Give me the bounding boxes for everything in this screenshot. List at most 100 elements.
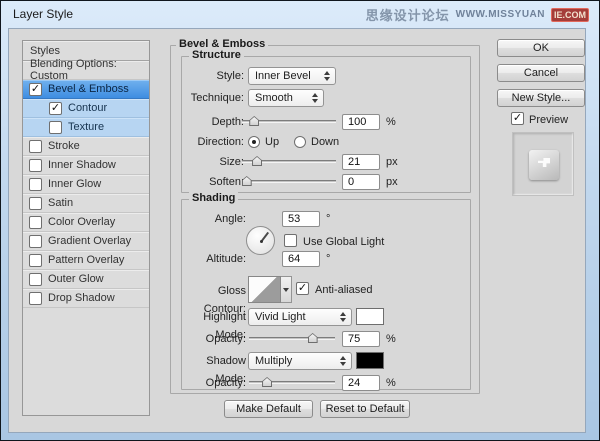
altitude-input[interactable]: 64	[282, 251, 320, 267]
style-enabled-checkbox[interactable]	[49, 121, 62, 134]
sidebar-item-pattern-overlay[interactable]: Pattern Overlay	[23, 251, 149, 270]
altitude-unit: °	[326, 250, 330, 268]
style-enabled-checkbox[interactable]	[29, 254, 42, 267]
size-slider-thumb[interactable]	[252, 156, 262, 166]
technique-row: Technique: Smooth	[182, 89, 470, 107]
sidebar-item-blending-options[interactable]: Blending Options: Custom	[23, 61, 149, 80]
highlight-opacity-slider[interactable]	[249, 331, 335, 347]
anti-aliased-label[interactable]: Anti-aliased	[315, 283, 372, 297]
direction-label: Direction:	[182, 133, 244, 151]
gloss-contour-picker[interactable]	[248, 276, 292, 303]
style-enabled-checkbox[interactable]	[29, 159, 42, 172]
style-row: Style: Inner Bevel	[182, 67, 470, 85]
shadow-color-swatch[interactable]	[356, 352, 384, 369]
depth-slider[interactable]	[242, 114, 336, 130]
styles-list: Bevel & Emboss Contour Texture Stroke In…	[23, 80, 149, 308]
style-enabled-checkbox[interactable]	[29, 216, 42, 229]
highlight-mode-row: Highlight Mode: Vivid Light	[182, 308, 470, 326]
shading-legend: Shading	[189, 192, 238, 204]
highlight-color-swatch[interactable]	[356, 308, 384, 325]
highlight-opacity-track[interactable]	[249, 337, 335, 340]
make-default-button[interactable]: Make Default	[224, 400, 313, 418]
highlight-opacity-row: Opacity: 75 %	[182, 330, 470, 348]
shadow-mode-select[interactable]: Multiply	[248, 352, 352, 370]
structure-group: Structure Style: Inner Bevel Technique: …	[181, 56, 471, 193]
style-enabled-checkbox[interactable]	[29, 273, 42, 286]
size-slider[interactable]	[242, 154, 336, 170]
style-enabled-checkbox[interactable]	[29, 292, 42, 305]
updown-arrows-icon	[324, 71, 330, 81]
shadow-opacity-input[interactable]: 24	[342, 375, 380, 391]
shadow-opacity-thumb[interactable]	[262, 377, 272, 387]
style-select-value: Inner Bevel	[255, 70, 311, 82]
sidebar-item-label: Inner Shadow	[48, 159, 116, 171]
use-global-light-label[interactable]: Use Global Light	[303, 235, 384, 249]
sidebar-item-label: Drop Shadow	[48, 292, 115, 304]
shadow-opacity-slider[interactable]	[249, 375, 335, 391]
depth-row: Depth: 100 %	[182, 113, 470, 131]
style-enabled-checkbox[interactable]	[49, 102, 62, 115]
preview-checkbox[interactable]	[511, 112, 524, 125]
cancel-button[interactable]: Cancel	[497, 64, 585, 82]
style-select[interactable]: Inner Bevel	[248, 67, 336, 85]
preview-label[interactable]: Preview	[529, 113, 568, 127]
sidebar-item-drop-shadow[interactable]: Drop Shadow	[23, 289, 149, 308]
gloss-contour-dropdown-icon[interactable]	[281, 276, 292, 303]
gloss-contour-thumbnail[interactable]	[248, 276, 281, 303]
soften-slider[interactable]	[242, 174, 336, 190]
angle-unit: °	[326, 210, 330, 228]
style-enabled-checkbox[interactable]	[29, 140, 42, 153]
sidebar-item-texture[interactable]: Texture	[23, 118, 149, 137]
technique-select[interactable]: Smooth	[248, 89, 324, 107]
soften-input[interactable]: 0	[342, 174, 380, 190]
sidebar-item-satin[interactable]: Satin	[23, 194, 149, 213]
sidebar-item-contour[interactable]: Contour	[23, 99, 149, 118]
sidebar-item-outer-glow[interactable]: Outer Glow	[23, 270, 149, 289]
style-enabled-checkbox[interactable]	[29, 83, 42, 96]
direction-up-label[interactable]: Up	[265, 133, 279, 151]
sidebar-item-inner-glow[interactable]: Inner Glow	[23, 175, 149, 194]
size-unit: px	[386, 153, 398, 171]
watermark-chinese-text: 思缘设计论坛	[366, 5, 450, 24]
soften-slider-thumb[interactable]	[242, 176, 252, 186]
style-preview-thumbnail	[529, 150, 559, 180]
updown-arrows-icon	[340, 356, 346, 366]
angle-input[interactable]: 53	[282, 211, 320, 227]
highlight-opacity-thumb[interactable]	[308, 333, 318, 343]
ok-button[interactable]: OK	[497, 39, 585, 57]
sidebar-item-label: Inner Glow	[48, 178, 101, 190]
sidebar-item-label: Pattern Overlay	[48, 254, 124, 266]
highlight-mode-value: Vivid Light	[255, 311, 306, 323]
sidebar-item-color-overlay[interactable]: Color Overlay	[23, 213, 149, 232]
use-global-light-checkbox[interactable]	[284, 234, 297, 247]
shadow-opacity-track[interactable]	[249, 381, 335, 384]
direction-down-radio[interactable]	[294, 136, 306, 148]
depth-slider-thumb[interactable]	[249, 116, 259, 126]
technique-label: Technique:	[182, 89, 244, 107]
reset-to-default-button[interactable]: Reset to Default	[320, 400, 410, 418]
sidebar-item-label: Stroke	[48, 140, 80, 152]
titlebar[interactable]: Layer Style 思缘设计论坛 www.missyuan ie.com	[2, 1, 598, 28]
new-style-button[interactable]: New Style...	[497, 89, 585, 107]
sidebar-item-bevel-emboss[interactable]: Bevel & Emboss	[23, 80, 149, 99]
depth-label: Depth:	[182, 113, 244, 131]
anti-aliased-checkbox[interactable]	[296, 282, 309, 295]
sidebar-item-inner-shadow[interactable]: Inner Shadow	[23, 156, 149, 175]
sidebar-item-label: Texture	[68, 121, 104, 133]
size-input[interactable]: 21	[342, 154, 380, 170]
direction-up-radio[interactable]	[248, 136, 260, 148]
style-enabled-checkbox[interactable]	[29, 197, 42, 210]
style-enabled-checkbox[interactable]	[29, 235, 42, 248]
style-enabled-checkbox[interactable]	[29, 178, 42, 191]
watermark: 思缘设计论坛 www.missyuan ie.com	[366, 5, 589, 24]
sidebar-item-gradient-overlay[interactable]: Gradient Overlay	[23, 232, 149, 251]
styles-panel-title: Styles	[30, 45, 60, 57]
depth-input[interactable]: 100	[342, 114, 380, 130]
structure-legend: Structure	[189, 49, 244, 61]
soften-slider-track[interactable]	[242, 180, 336, 183]
highlight-opacity-input[interactable]: 75	[342, 331, 380, 347]
size-label: Size:	[182, 153, 244, 171]
sidebar-item-stroke[interactable]: Stroke	[23, 137, 149, 156]
direction-down-label[interactable]: Down	[311, 133, 339, 151]
highlight-mode-select[interactable]: Vivid Light	[248, 308, 352, 326]
